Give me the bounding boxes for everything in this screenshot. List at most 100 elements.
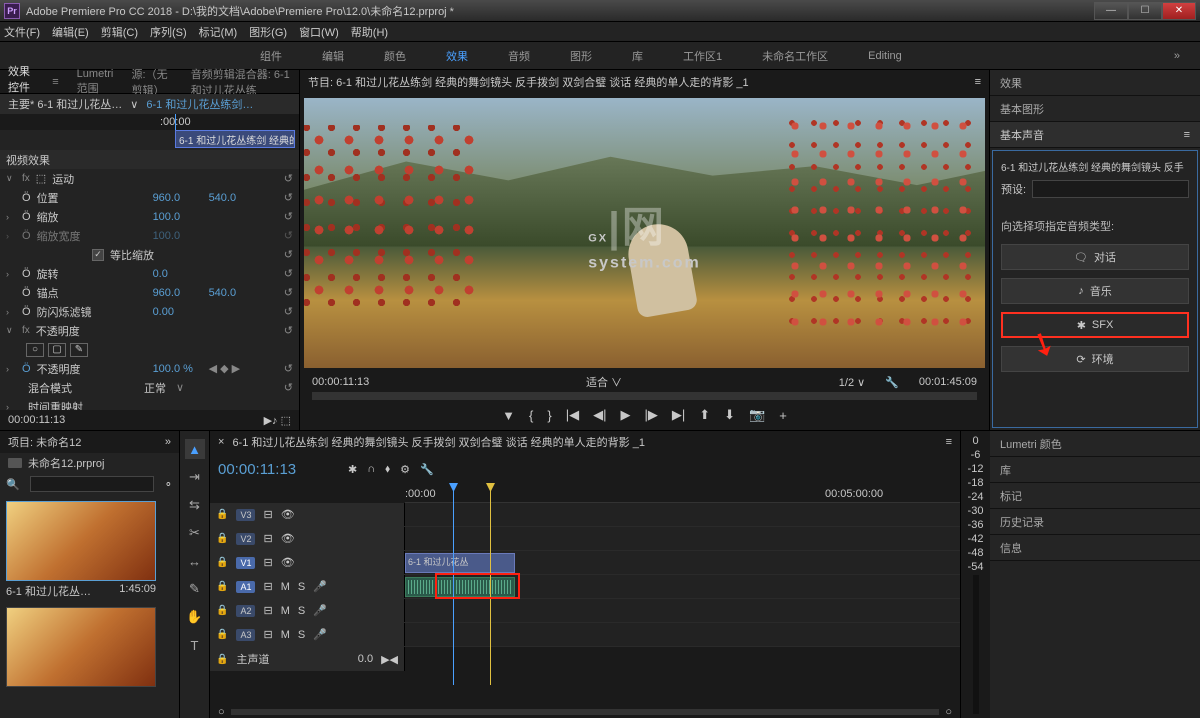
ripple-tool[interactable]: ⇆ — [185, 495, 205, 515]
type-tool[interactable]: T — [185, 635, 205, 655]
thumbnail-1[interactable] — [6, 501, 156, 581]
ws-audio[interactable]: 音频 — [508, 48, 530, 64]
s-button[interactable]: S — [298, 581, 305, 593]
track-body-v1[interactable]: 6-1 和过儿花丛 — [405, 551, 960, 574]
step-fwd-button[interactable]: |▶ — [644, 407, 657, 423]
ec-icons[interactable]: ▶♪ ⬚ — [264, 414, 291, 427]
scale-val[interactable]: 100.0 — [153, 211, 203, 223]
master-val[interactable]: 0.0 — [358, 653, 373, 665]
minimize-button[interactable]: — — [1094, 2, 1128, 20]
goto-in-button[interactable]: |◀ — [566, 407, 579, 423]
play-button[interactable]: ▶ — [620, 407, 630, 423]
marker-tl-icon[interactable]: ⬧ — [385, 463, 390, 476]
video-clip[interactable]: 6-1 和过儿花丛 — [405, 553, 515, 573]
timeremap-label[interactable]: 时间重映射 — [28, 399, 138, 411]
menu-window[interactable]: 窗口(W) — [299, 24, 339, 40]
menu-file[interactable]: 文件(F) — [4, 24, 40, 40]
ws-more-button[interactable]: » — [1174, 50, 1180, 62]
menu-help[interactable]: 帮助(H) — [351, 24, 388, 40]
snap-icon[interactable]: ✱ — [348, 463, 357, 476]
preset-dropdown[interactable] — [1032, 180, 1189, 198]
out-button[interactable]: } — [547, 408, 551, 423]
track-body-a2[interactable] — [405, 599, 960, 622]
ws-lib[interactable]: 库 — [632, 48, 643, 64]
opacity-val[interactable]: 100.0 % — [153, 363, 203, 375]
filter-icon[interactable]: ⚬ — [164, 478, 173, 491]
audio-clip[interactable] — [405, 577, 515, 597]
search-icon[interactable]: 🔍 — [6, 478, 20, 491]
export-frame-button[interactable]: 📷 — [749, 407, 765, 423]
track-a2[interactable]: A2 — [236, 605, 255, 617]
pen-mask-button[interactable]: ✎ — [70, 343, 88, 357]
program-monitor[interactable]: GX|网system.com — [304, 98, 985, 368]
ws-effects[interactable]: 效果 — [446, 48, 468, 64]
ambience-button[interactable]: ⟳环境 — [1001, 346, 1189, 372]
anch-x[interactable]: 960.0 — [153, 287, 203, 299]
track-v1[interactable]: V1 — [236, 557, 255, 569]
razor-tool[interactable]: ✂ — [185, 523, 205, 543]
timeline-ruler[interactable]: :00:00 00:05:00:00 — [405, 485, 960, 503]
flicker-val[interactable]: 0.00 — [153, 306, 203, 318]
sequence-name[interactable]: 6-1 和过儿花丛练剑 经典的舞剑镜头 反手拨剑 双剑合璧 谈话 经典的单人走的… — [232, 434, 645, 450]
mic-icon[interactable]: 🎤 — [313, 580, 327, 593]
timeline-zoom-scrollbar[interactable] — [231, 709, 940, 715]
selection-tool[interactable]: ▲ — [185, 439, 205, 459]
step-back-button[interactable]: ◀| — [593, 407, 606, 423]
m-button[interactable]: M — [281, 581, 290, 593]
track-select-tool[interactable]: ⇥ — [185, 467, 205, 487]
tab-essential-sound[interactable]: 基本声音≡ — [990, 122, 1200, 148]
ws-editing[interactable]: 编辑 — [322, 48, 344, 64]
maximize-button[interactable]: ☐ — [1128, 2, 1162, 20]
ellipse-mask-button[interactable]: ○ — [26, 343, 44, 357]
motion-label[interactable]: 运动 — [52, 171, 162, 187]
track-body-v2[interactable] — [405, 527, 960, 550]
zoom-dropdown[interactable]: 1/2 ∨ — [839, 376, 865, 389]
goto-out-button[interactable]: ▶| — [672, 407, 685, 423]
tab-libraries[interactable]: 库 — [990, 457, 1200, 483]
rect-mask-button[interactable]: ▢ — [48, 343, 66, 357]
pos-x[interactable]: 960.0 — [153, 192, 203, 204]
program-menu-icon[interactable]: ≡ — [975, 76, 981, 88]
music-button[interactable]: ♪音乐 — [1001, 278, 1189, 304]
hand-tool[interactable]: ✋ — [185, 607, 205, 627]
extract-button[interactable]: ⬇ — [724, 407, 735, 423]
lift-button[interactable]: ⬆ — [699, 407, 710, 423]
mini-timeline-ruler[interactable]: :00:00 — [0, 114, 299, 130]
tab-audio-mixer[interactable]: 音频剪辑混合器: 6-1 和过儿花丛练 — [191, 66, 291, 98]
eye-icon[interactable]: 👁 — [281, 508, 295, 521]
wrench-icon[interactable]: 🔧 — [885, 376, 899, 389]
program-tc-left[interactable]: 00:00:11:13 — [312, 376, 369, 388]
tab-effects-right[interactable]: 效果 — [990, 70, 1200, 96]
ws-editing-en[interactable]: Editing — [868, 50, 902, 62]
track-toggle[interactable]: ⊟ — [263, 508, 272, 521]
program-scrubber[interactable] — [312, 392, 977, 400]
ws-graphics[interactable]: 图形 — [570, 48, 592, 64]
track-body-a3[interactable] — [405, 623, 960, 646]
track-v2[interactable]: V2 — [236, 533, 255, 545]
ec-timecode[interactable]: 00:00:11:13 — [8, 414, 65, 426]
tab-lumetri-color[interactable]: Lumetri 颜色 — [990, 431, 1200, 457]
project-tab[interactable]: 项目: 未命名12 — [8, 434, 81, 450]
more-button[interactable]: + — [779, 408, 787, 423]
ws-assembly[interactable]: 组件 — [260, 48, 282, 64]
project-item[interactable]: 6-1 和过儿花丛…1:45:09 — [6, 501, 156, 601]
clip-bar[interactable]: 6-1 和过儿花丛练剑 经典的舞剑镜头 — [175, 130, 295, 148]
timeline-timecode[interactable]: 00:00:11:13 — [218, 461, 348, 478]
dialogue-button[interactable]: 🗨对话 — [1001, 244, 1189, 270]
menu-edit[interactable]: 编辑(E) — [52, 24, 89, 40]
fit-dropdown[interactable]: 适合 ∨ — [586, 374, 622, 390]
ws-color[interactable]: 颜色 — [384, 48, 406, 64]
anch-y[interactable]: 540.0 — [209, 287, 259, 299]
project-search[interactable] — [30, 476, 154, 492]
menu-marker[interactable]: 标记(M) — [199, 24, 238, 40]
track-v3[interactable]: V3 — [236, 509, 255, 521]
in-button[interactable]: { — [529, 408, 533, 423]
zoom-out-icon[interactable]: ○ — [218, 706, 225, 718]
rot-val[interactable]: 0.0 — [153, 268, 203, 280]
menu-clip[interactable]: 剪辑(C) — [101, 24, 138, 40]
link-icon[interactable]: ∩ — [367, 463, 375, 476]
playhead[interactable] — [453, 485, 454, 685]
panel-menu-icon[interactable]: ≡ — [52, 76, 58, 88]
project-item[interactable] — [6, 607, 156, 687]
tab-essential-graphics[interactable]: 基本图形 — [990, 96, 1200, 122]
